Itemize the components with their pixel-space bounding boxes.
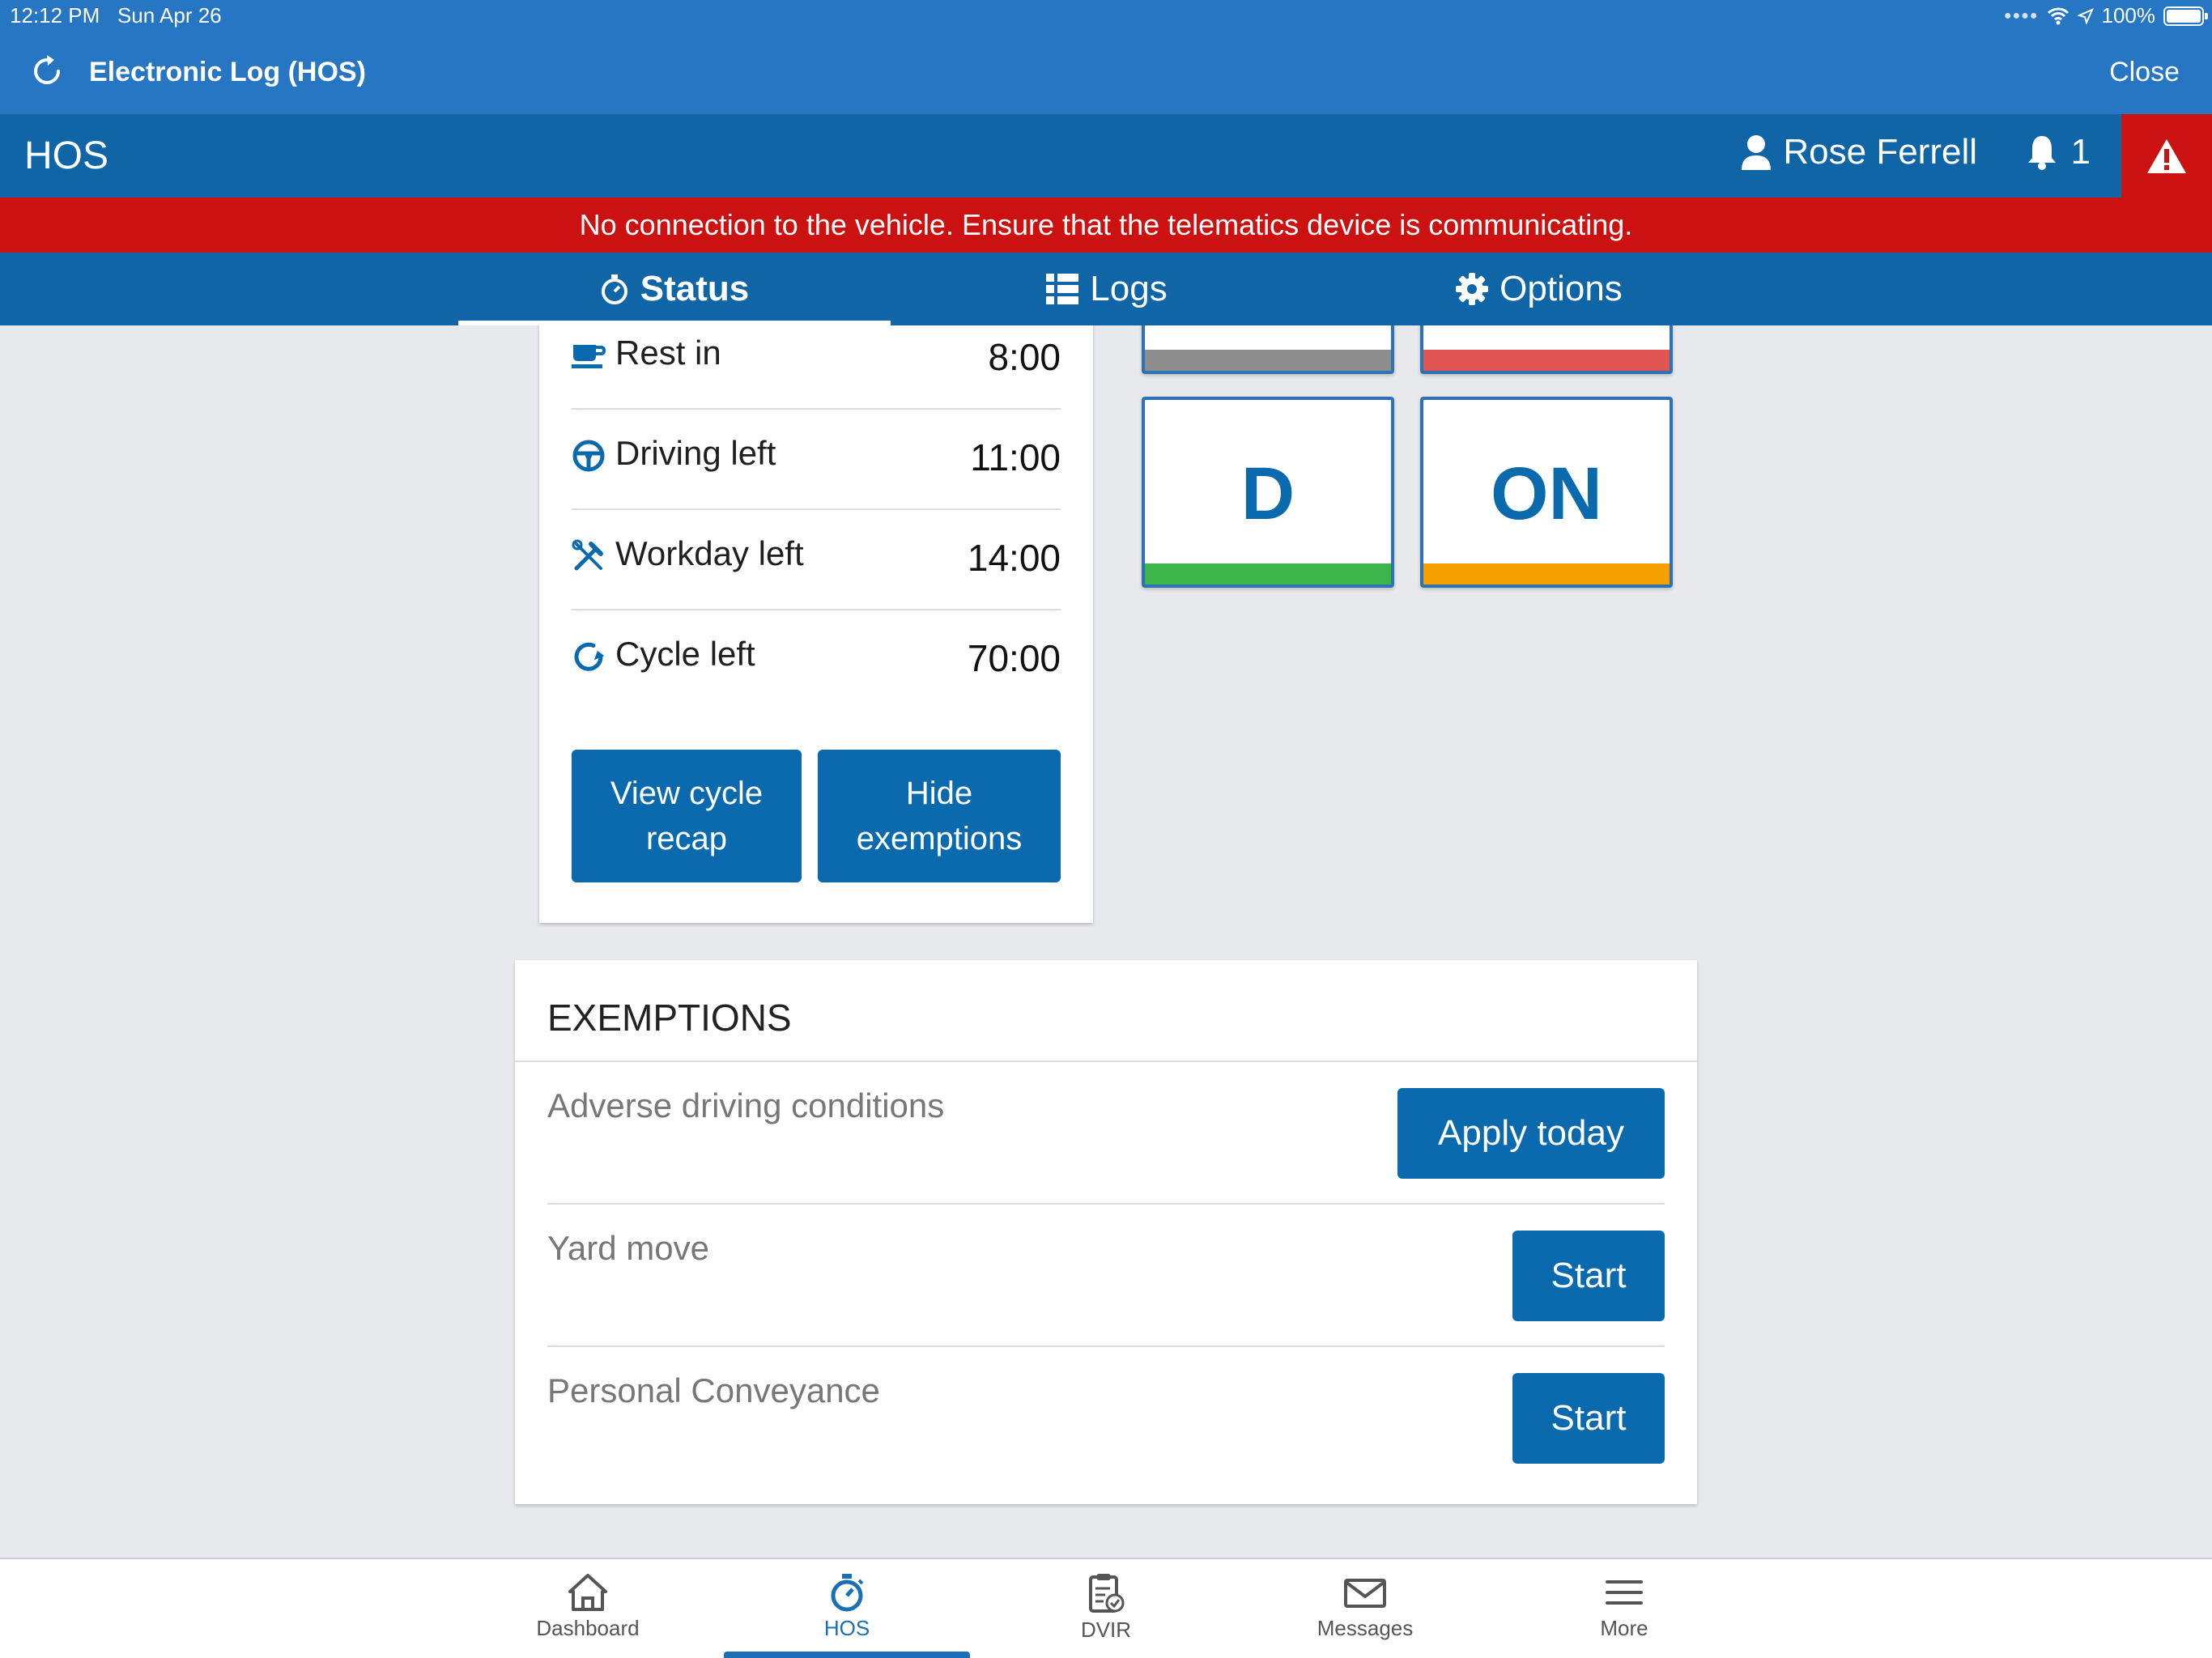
duty-tile-top-right-bar bbox=[1423, 350, 1670, 371]
cycle-value: 70:00 bbox=[967, 637, 1061, 679]
apply-today-button[interactable]: Apply today bbox=[1397, 1088, 1665, 1179]
user-icon bbox=[1742, 135, 1772, 170]
duty-tile-driving-bar bbox=[1145, 563, 1391, 585]
refresh-icon[interactable] bbox=[29, 53, 65, 89]
stopwatch-icon bbox=[831, 1574, 864, 1612]
nav-more[interactable]: More bbox=[1519, 1567, 1729, 1656]
app-title: Electronic Log (HOS) bbox=[89, 57, 366, 87]
cycle-icon bbox=[574, 642, 605, 671]
location-arrow-icon bbox=[2077, 7, 2094, 24]
status-content[interactable]: Rest in 8:00 Driving left 11:00 Workday … bbox=[0, 325, 2212, 1558]
duty-tile-top-right[interactable] bbox=[1420, 325, 1673, 374]
bell-icon bbox=[2027, 136, 2056, 170]
nav-hos[interactable]: HOS bbox=[742, 1567, 952, 1656]
hos-summary-card: Rest in 8:00 Driving left 11:00 Workday … bbox=[539, 325, 1093, 923]
duty-tile-on-label: ON bbox=[1491, 453, 1602, 535]
yard-move-start-button[interactable]: Start bbox=[1512, 1231, 1665, 1321]
duty-tile-on-duty[interactable]: ON bbox=[1420, 397, 1673, 588]
summary-row-cycle: Cycle left 70:00 bbox=[572, 610, 1061, 711]
status-bar-right: ●●●● 100% bbox=[2003, 3, 2208, 28]
nav-active-indicator bbox=[724, 1652, 970, 1658]
tab-logs[interactable]: Logs bbox=[891, 253, 1323, 325]
home-icon bbox=[568, 1574, 607, 1611]
notifications-button[interactable]: 1 bbox=[2026, 132, 2091, 172]
exemption-row-adverse: Adverse driving conditions Apply today bbox=[547, 1062, 1665, 1205]
tab-logs-label: Logs bbox=[1090, 269, 1168, 308]
nav-dvir-label: DVIR bbox=[1080, 1618, 1132, 1642]
hos-header: HOS Rose Ferrell 1 bbox=[0, 114, 2212, 198]
exemption-label: Yard move bbox=[547, 1229, 709, 1267]
bottom-nav: Dashboard HOS DVIR Messages More bbox=[0, 1558, 2212, 1658]
clipboard-icon bbox=[1089, 1574, 1125, 1613]
coffee-cup-icon bbox=[572, 345, 606, 368]
tab-options[interactable]: Options bbox=[1323, 253, 1755, 325]
duty-tile-driving-label: D bbox=[1240, 453, 1295, 535]
user-menu[interactable]: Rose Ferrell bbox=[1741, 132, 1977, 172]
duty-tile-top-left-bar bbox=[1145, 350, 1391, 371]
nav-dashboard[interactable]: Dashboard bbox=[483, 1567, 693, 1656]
tab-bar: Status Logs Options bbox=[0, 253, 2212, 325]
notification-count: 1 bbox=[2070, 132, 2091, 172]
menu-icon bbox=[1606, 1580, 1643, 1605]
tools-icon bbox=[572, 539, 603, 571]
nav-dvir[interactable]: DVIR bbox=[1001, 1567, 1211, 1656]
nav-messages-label: Messages bbox=[1317, 1616, 1414, 1640]
gear-icon bbox=[1456, 273, 1489, 305]
nav-dashboard-label: Dashboard bbox=[536, 1616, 640, 1640]
steering-wheel-icon bbox=[572, 440, 605, 472]
nav-more-label: More bbox=[1600, 1616, 1648, 1640]
driving-label: Driving left bbox=[615, 434, 776, 472]
connection-warning-banner: No connection to the vehicle. Ensure tha… bbox=[0, 198, 2212, 253]
tab-status[interactable]: Status bbox=[458, 253, 891, 325]
battery-percent: 100% bbox=[2101, 3, 2156, 28]
nav-hos-label: HOS bbox=[823, 1616, 870, 1640]
hide-exemptions-label: Hide exemptions bbox=[856, 776, 1023, 857]
close-button[interactable]: Close bbox=[2109, 57, 2180, 88]
cycle-label: Cycle left bbox=[615, 635, 755, 673]
status-bar-time: 12:12 PM Sun Apr 26 bbox=[10, 3, 222, 28]
exemptions-card: EXEMPTIONS Adverse driving conditions Ap… bbox=[515, 960, 1697, 1504]
app-root: 12:12 PM Sun Apr 26 ●●●● 100% Electronic… bbox=[0, 0, 2212, 1658]
alert-button[interactable] bbox=[2121, 114, 2212, 198]
duty-tile-driving[interactable]: D bbox=[1142, 397, 1394, 588]
personal-conveyance-start-button[interactable]: Start bbox=[1512, 1373, 1665, 1464]
summary-row-workday: Workday left 14:00 bbox=[572, 510, 1061, 610]
view-cycle-recap-label: View cycle recap bbox=[610, 776, 764, 857]
battery-icon bbox=[2163, 6, 2208, 26]
workday-label: Workday left bbox=[615, 534, 804, 572]
driving-value: 11:00 bbox=[970, 436, 1061, 478]
duty-tile-on-bar bbox=[1423, 563, 1670, 585]
rest-label: Rest in bbox=[615, 334, 721, 372]
rest-value: 8:00 bbox=[988, 336, 1061, 378]
view-cycle-recap-button[interactable]: View cycle recap bbox=[572, 750, 802, 882]
summary-row-rest: Rest in 8:00 bbox=[572, 325, 1061, 410]
hos-title: HOS bbox=[24, 134, 109, 177]
warning-icon bbox=[2147, 138, 2186, 173]
exemption-label: Adverse driving conditions bbox=[547, 1086, 945, 1124]
user-name: Rose Ferrell bbox=[1783, 132, 1977, 172]
workday-value: 14:00 bbox=[967, 537, 1061, 579]
list-icon bbox=[1046, 274, 1079, 304]
exemption-row-yard-move: Yard move Start bbox=[547, 1205, 1665, 1347]
exemption-label: Personal Conveyance bbox=[547, 1371, 880, 1409]
nav-messages[interactable]: Messages bbox=[1260, 1567, 1470, 1656]
status-date: Sun Apr 26 bbox=[117, 3, 222, 28]
duty-tile-top-left[interactable] bbox=[1142, 325, 1394, 374]
tab-options-label: Options bbox=[1499, 269, 1623, 308]
exemption-row-personal-conveyance: Personal Conveyance Start bbox=[547, 1347, 1665, 1490]
envelope-icon bbox=[1344, 1579, 1386, 1608]
tab-status-label: Status bbox=[640, 269, 750, 308]
wifi-icon bbox=[2047, 7, 2069, 24]
signal-dots-icon: ●●●● bbox=[2003, 8, 2039, 23]
exemptions-title: EXEMPTIONS bbox=[547, 997, 792, 1039]
stopwatch-icon bbox=[601, 274, 627, 304]
status-time: 12:12 PM bbox=[10, 3, 100, 28]
summary-row-driving: Driving left 11:00 bbox=[572, 410, 1061, 510]
app-header: 12:12 PM Sun Apr 26 ●●●● 100% Electronic… bbox=[0, 0, 2212, 114]
hide-exemptions-button[interactable]: Hide exemptions bbox=[818, 750, 1061, 882]
